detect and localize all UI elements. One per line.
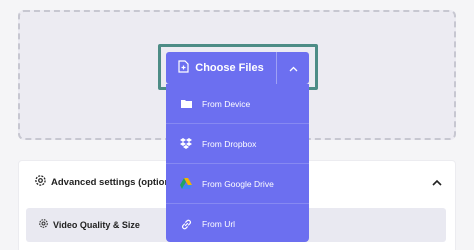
menu-item-from-google-drive[interactable]: From Google Drive — [166, 164, 309, 204]
menu-item-from-device[interactable]: From Device — [166, 84, 309, 124]
menu-item-label: From Url — [202, 219, 236, 229]
link-icon — [180, 218, 192, 230]
file-add-icon — [178, 60, 189, 76]
advanced-settings-header[interactable]: Advanced settings (optional) — [34, 174, 181, 190]
advanced-settings-label: Advanced settings (optional) — [51, 176, 182, 188]
choose-files-label: Choose Files — [195, 62, 264, 74]
dropdown-toggle-button[interactable] — [277, 52, 309, 84]
dropbox-icon — [180, 138, 192, 150]
menu-item-label: From Device — [202, 98, 251, 109]
google-drive-icon — [180, 178, 192, 190]
choose-files-button-group[interactable]: Choose Files — [166, 52, 309, 84]
chevron-up-icon — [431, 176, 443, 193]
choose-files-button[interactable]: Choose Files — [166, 52, 276, 84]
folder-icon — [180, 98, 192, 110]
gear-icon — [34, 174, 47, 190]
upload-source-menu: From Device From Dropbox From Google Dri… — [166, 84, 309, 242]
gear-icon — [38, 218, 49, 231]
chevron-up-icon — [289, 59, 298, 77]
video-quality-label: Video Quality & Size — [53, 219, 140, 230]
video-quality-header[interactable]: Video Quality & Size — [38, 218, 140, 231]
collapse-toggle[interactable] — [431, 176, 443, 188]
menu-item-from-dropbox[interactable]: From Dropbox — [166, 124, 309, 164]
menu-item-label: From Google Drive — [202, 178, 274, 189]
menu-item-from-url[interactable]: From Url — [166, 204, 309, 244]
menu-item-label: From Dropbox — [202, 138, 257, 149]
